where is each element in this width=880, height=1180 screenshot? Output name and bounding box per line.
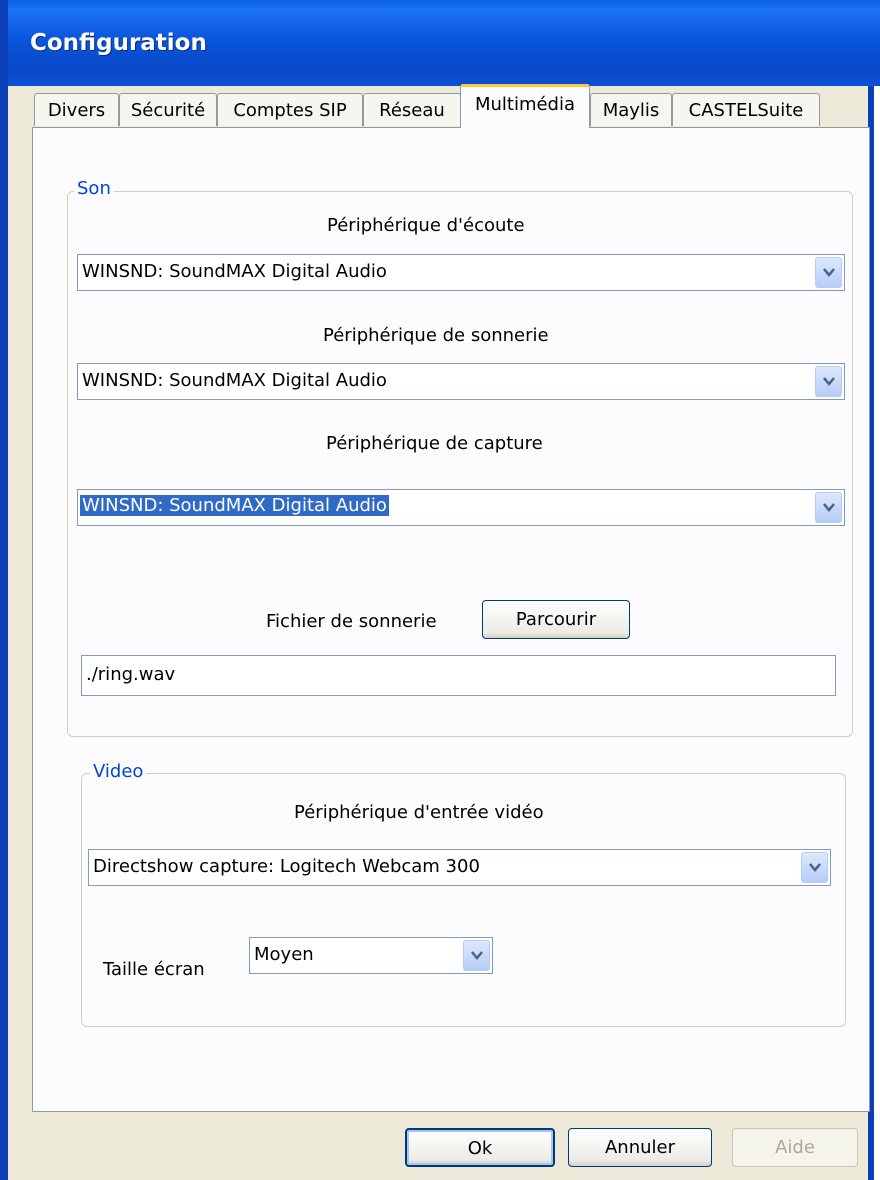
multimedia-panel: Son Périphérique d'écoute WINSND: SoundM… <box>32 127 870 1112</box>
tab-divers[interactable]: Divers <box>34 93 119 126</box>
tab-comptes-sip[interactable]: Comptes SIP <box>217 93 363 126</box>
configuration-window: Configuration Divers Sécurité Comptes SI… <box>0 0 880 1180</box>
ecoute-device-value: WINSND: SoundMAX Digital Audio <box>82 261 387 282</box>
chevron-down-icon[interactable] <box>815 257 842 288</box>
window-title: Configuration <box>30 30 207 56</box>
chevron-down-icon[interactable] <box>801 852 828 883</box>
capture-device-value: WINSND: SoundMAX Digital Audio <box>80 495 389 516</box>
video-device-value: Directshow capture: Logitech Webcam 300 <box>93 856 480 877</box>
video-legend: Video <box>90 761 147 782</box>
tab-castelsuite[interactable]: CASTELSuite <box>672 93 820 126</box>
capture-device-select[interactable]: WINSND: SoundMAX Digital Audio <box>77 489 845 526</box>
sonnerie-device-select[interactable]: WINSND: SoundMAX Digital Audio <box>77 363 845 400</box>
chevron-down-icon[interactable] <box>463 940 490 971</box>
capture-label: Périphérique de capture <box>326 433 543 454</box>
tab-maylis[interactable]: Maylis <box>590 93 672 126</box>
ring-file-field[interactable]: ./ring.wav <box>81 655 836 696</box>
video-device-select[interactable]: Directshow capture: Logitech Webcam 300 <box>88 849 831 886</box>
title-bar[interactable]: Configuration <box>8 0 880 86</box>
fichier-sonnerie-label: Fichier de sonnerie <box>266 611 437 632</box>
tab-reseau[interactable]: Réseau <box>363 93 461 126</box>
sonnerie-device-value: WINSND: SoundMAX Digital Audio <box>82 370 387 391</box>
chevron-down-icon[interactable] <box>815 492 842 523</box>
parcourir-button[interactable]: Parcourir <box>482 600 630 639</box>
tab-multimedia[interactable]: Multimédia <box>460 84 590 128</box>
ring-file-value: ./ring.wav <box>86 664 176 685</box>
cancel-button[interactable]: Annuler <box>568 1128 712 1167</box>
help-button[interactable]: Aide <box>732 1128 858 1167</box>
taille-ecran-label: Taille écran <box>103 959 205 980</box>
chevron-down-icon[interactable] <box>815 366 842 397</box>
taille-ecran-value: Moyen <box>254 944 314 965</box>
tab-securite[interactable]: Sécurité <box>119 93 217 126</box>
ecoute-label: Périphérique d'écoute <box>327 215 525 236</box>
son-legend: Son <box>74 178 114 199</box>
ecoute-device-select[interactable]: WINSND: SoundMAX Digital Audio <box>77 254 845 291</box>
ok-button[interactable]: Ok <box>405 1128 555 1167</box>
sonnerie-label: Périphérique de sonnerie <box>323 325 549 346</box>
video-entree-label: Périphérique d'entrée vidéo <box>294 802 544 823</box>
taille-ecran-select[interactable]: Moyen <box>249 937 493 974</box>
